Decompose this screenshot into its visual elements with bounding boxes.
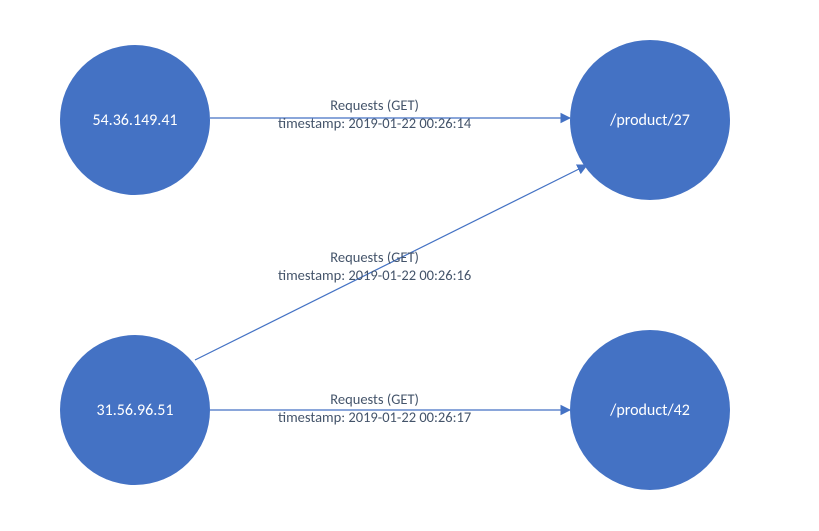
edge-label-3-line1: Requests (GET) [330, 390, 419, 408]
edge-label-3-line2: timestamp: 2019-01-22 00:26:17 [278, 408, 471, 426]
node-prod27: /product/27 [570, 40, 730, 200]
node-ip2-label: 31.56.96.51 [97, 401, 174, 420]
edge-label-2-line2: timestamp: 2019-01-22 00:26:16 [278, 266, 471, 284]
edge-label-1: Requests (GET) timestamp: 2019-01-22 00:… [278, 96, 471, 132]
node-ip1: 54.36.149.41 [60, 45, 210, 195]
node-prod42: /product/42 [570, 330, 730, 490]
node-prod27-label: /product/27 [610, 111, 690, 130]
edge-label-1-line1: Requests (GET) [330, 96, 419, 114]
node-ip2: 31.56.96.51 [60, 335, 210, 485]
edge-label-1-line2: timestamp: 2019-01-22 00:26:14 [278, 114, 471, 132]
node-prod42-label: /product/42 [610, 401, 690, 420]
node-ip1-label: 54.36.149.41 [92, 111, 177, 130]
edge-label-2-line1: Requests (GET) [330, 248, 419, 266]
edge-label-2: Requests (GET) timestamp: 2019-01-22 00:… [278, 248, 471, 284]
edge-label-3: Requests (GET) timestamp: 2019-01-22 00:… [278, 390, 471, 426]
